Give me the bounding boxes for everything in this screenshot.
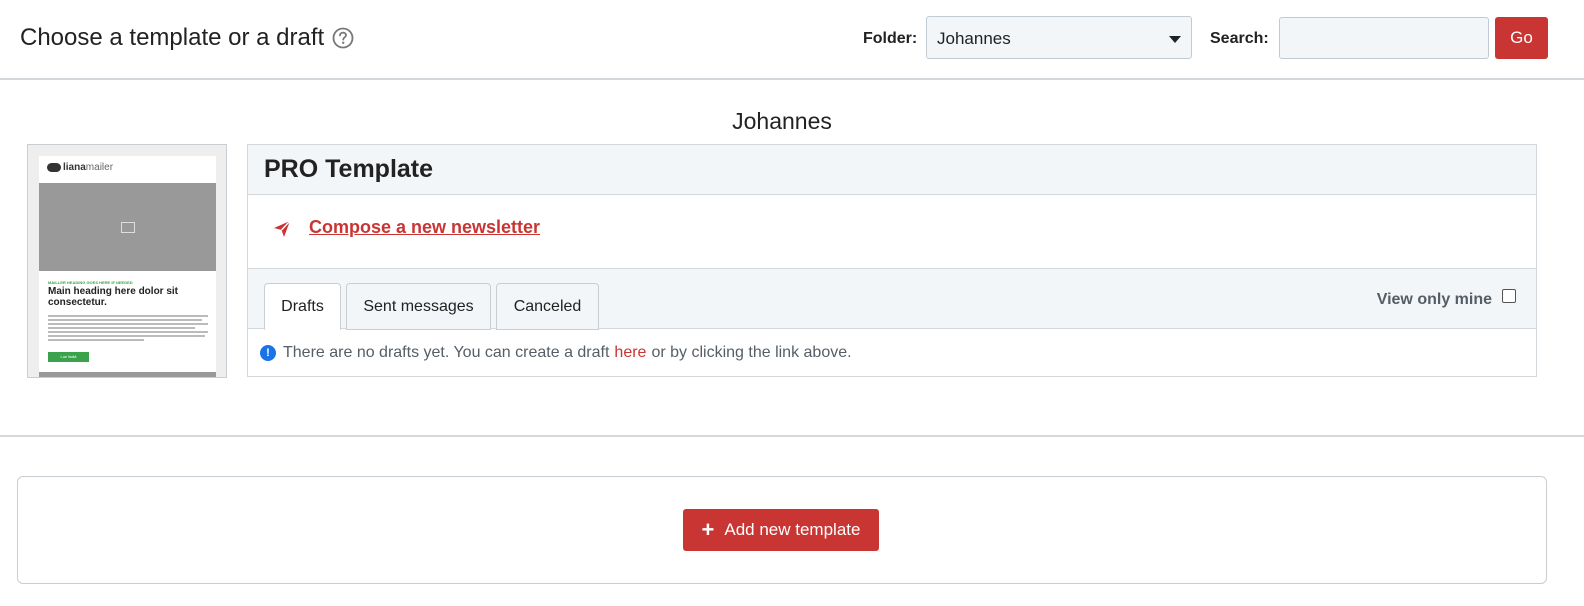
notice-text-after: or by clicking the link above. bbox=[651, 344, 852, 361]
add-new-template-label: Add new template bbox=[724, 520, 861, 539]
tab-drafts[interactable]: Drafts bbox=[264, 283, 341, 330]
add-template-box: + Add new template bbox=[17, 476, 1547, 584]
question-circle-icon[interactable] bbox=[332, 27, 354, 49]
create-draft-link[interactable]: here bbox=[614, 344, 646, 362]
add-new-template-button[interactable]: + Add new template bbox=[683, 509, 879, 551]
section-divider bbox=[0, 435, 1584, 437]
folder-select-value: Johannes bbox=[937, 29, 1011, 48]
compose-row: Compose a new newsletter bbox=[248, 195, 1536, 269]
folder-select[interactable]: Johannes bbox=[926, 16, 1192, 59]
image-icon bbox=[120, 221, 135, 233]
page-title: Choose a template or a draft bbox=[20, 24, 325, 51]
view-only-mine-label: View only mine bbox=[1376, 291, 1492, 308]
search-label: Search: bbox=[1210, 30, 1269, 47]
plus-icon: + bbox=[701, 517, 715, 542]
page-title-wrap: Choose a template or a draft bbox=[20, 24, 354, 52]
thumbnail-footer-band bbox=[39, 372, 216, 377]
thumbnail-body-text bbox=[48, 315, 208, 343]
logo-light-text: mailer bbox=[85, 162, 114, 173]
compose-newsletter-link[interactable]: Compose a new newsletter bbox=[309, 217, 540, 238]
go-button[interactable]: Go bbox=[1495, 17, 1548, 59]
tab-canceled[interactable]: Canceled bbox=[496, 283, 599, 330]
hero-image-placeholder bbox=[39, 183, 216, 271]
template-name: PRO Template bbox=[264, 155, 434, 183]
page-header: Choose a template or a draft Folder: Joh… bbox=[0, 0, 1584, 80]
folder-label: Folder: bbox=[863, 30, 918, 47]
template-panel: PRO Template Compose a new newsletter Dr… bbox=[247, 144, 1537, 377]
logo-bold-text: liana bbox=[63, 162, 86, 173]
no-drafts-notice: ! There are no drafts yet. You can creat… bbox=[260, 344, 852, 362]
template-panel-header: PRO Template bbox=[248, 145, 1536, 195]
thumbnail-cta-button: Lue lisää bbox=[48, 352, 89, 362]
view-only-mine-checkbox[interactable] bbox=[1502, 289, 1516, 303]
lianamailer-logo: liana mailer bbox=[47, 162, 113, 173]
search-input[interactable] bbox=[1279, 17, 1489, 59]
info-circle-icon: ! bbox=[260, 345, 276, 361]
caret-down-icon bbox=[1169, 36, 1181, 43]
tab-sent-messages[interactable]: Sent messages bbox=[346, 283, 491, 330]
notice-text-before: There are no drafts yet. You can create … bbox=[283, 344, 610, 361]
thumbnail-main-heading: Main heading here dolor sit consectetur. bbox=[48, 286, 179, 308]
paper-plane-icon[interactable] bbox=[272, 219, 292, 239]
message-tabs: Drafts Sent messages Canceled View only … bbox=[248, 269, 1536, 330]
folder-heading: Johannes bbox=[732, 108, 832, 134]
logo-bubble-icon bbox=[47, 163, 61, 172]
template-thumbnail[interactable]: liana mailer MAILLER HEADING GOES HERE IF… bbox=[27, 144, 227, 378]
thumbnail-mail-preview: liana mailer MAILLER HEADING GOES HERE IF… bbox=[39, 156, 216, 377]
thumbnail-kicker: MAILLER HEADING GOES HERE IF NEEDED bbox=[48, 280, 133, 285]
